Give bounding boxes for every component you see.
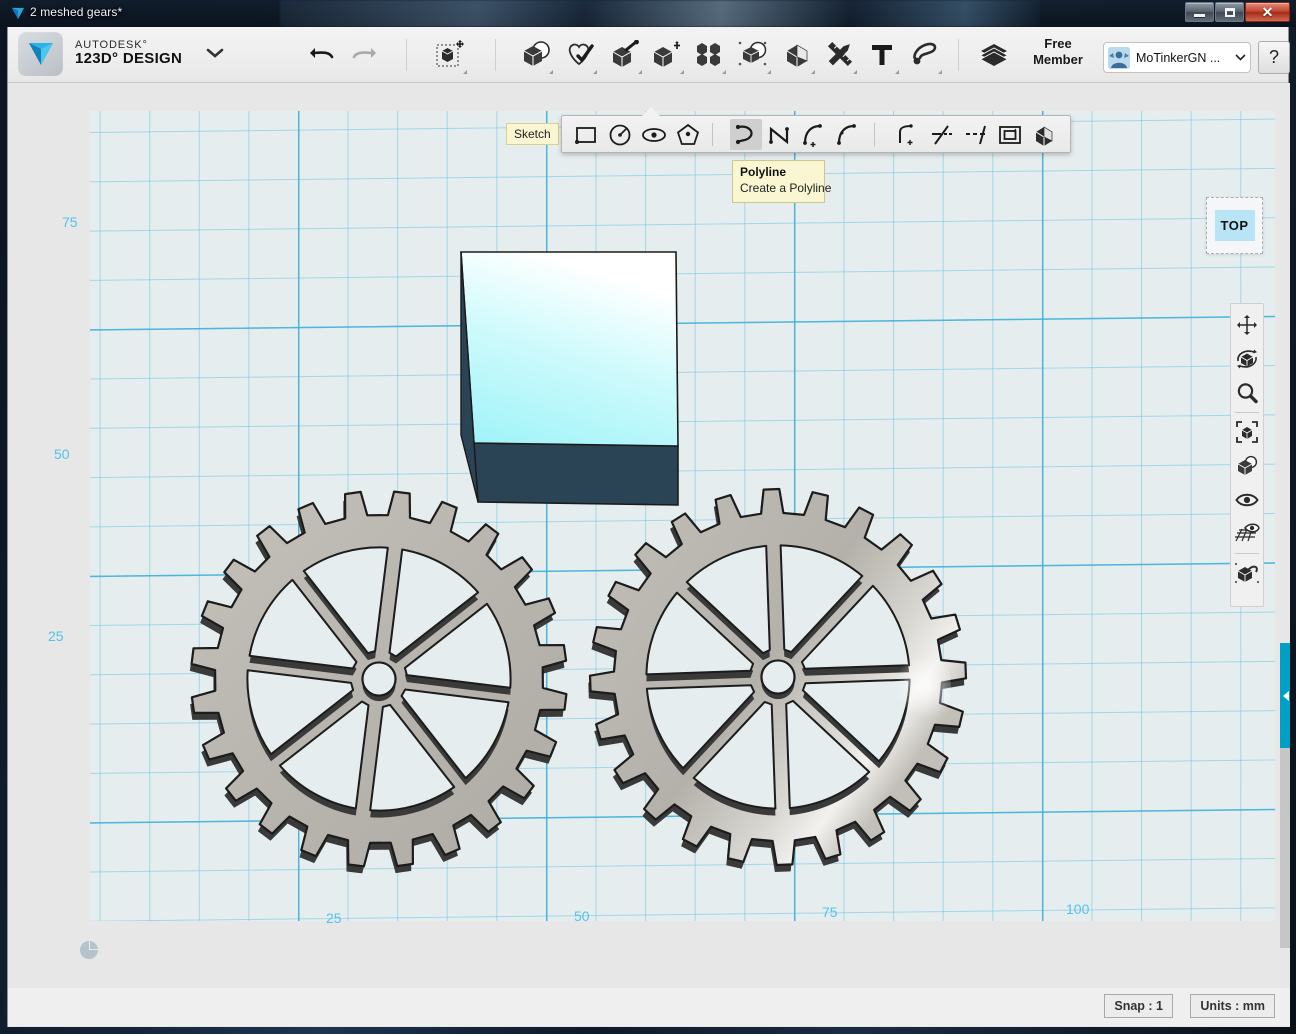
collapse-left-arrow-icon — [1283, 691, 1289, 701]
maximize-button[interactable] — [1215, 2, 1244, 22]
tooltip-title: Polyline — [740, 165, 817, 181]
sketch-group-label: Sketch — [506, 123, 559, 145]
sketch-pen-icon[interactable] — [559, 32, 601, 76]
client-area: AUTODESK° 123D° DESIGN — [7, 27, 1289, 1027]
sketch-polygon-icon[interactable] — [672, 119, 704, 150]
text-t-icon[interactable] — [861, 32, 903, 76]
user-avatar-icon — [1108, 47, 1130, 69]
close-icon: ✕ — [1262, 5, 1274, 19]
minimize-button[interactable] — [1185, 2, 1214, 22]
snap-setting[interactable]: Snap : 1 — [1104, 994, 1173, 1018]
shaded-cube-icon[interactable] — [1232, 449, 1262, 483]
close-button[interactable]: ✕ — [1245, 2, 1290, 22]
primitives-cube-sphere-icon[interactable] — [515, 32, 557, 76]
redo-button[interactable] — [344, 32, 386, 76]
tooltip-body: Create a Polyline — [740, 181, 817, 197]
magnifier-icon[interactable] — [1232, 376, 1262, 410]
material-brush-icon[interactable] — [904, 32, 946, 76]
membership-line-1: Free — [1028, 36, 1088, 52]
sketch-three-point-arc-icon[interactable] — [832, 119, 864, 150]
brand-text: AUTODESK° 123D° DESIGN — [75, 39, 182, 68]
chevron-down-icon — [1235, 52, 1246, 64]
right-panel-collapse-tab[interactable] — [1280, 643, 1290, 748]
sketch-project-icon[interactable] — [1028, 119, 1060, 150]
view-cube[interactable]: TOP — [1206, 197, 1263, 254]
fit-to-view-icon[interactable] — [1232, 415, 1262, 449]
sketch-circle-icon[interactable] — [604, 119, 636, 150]
transform-cube-icon[interactable] — [429, 32, 471, 76]
view-cube-label: TOP — [1215, 210, 1255, 241]
account-menu[interactable]: MoTinkerGN ... — [1103, 42, 1251, 73]
orbit-cube-icon[interactable] — [1232, 342, 1262, 376]
origin-marker-icon — [80, 941, 98, 959]
ruler-label-h-75: 75 — [822, 904, 838, 920]
membership-line-2: Member — [1028, 52, 1088, 68]
main-toolbar: AUTODESK° 123D° DESIGN — [8, 27, 1288, 83]
titlebar-glass — [280, 0, 1040, 27]
ruler-label-v-25: 25 — [48, 628, 64, 644]
pattern-grid-icon[interactable] — [688, 32, 730, 76]
application-window: 2 meshed gears* ✕ AUTODESK° 123D° — [0, 0, 1296, 1034]
membership-label: Free Member — [1028, 36, 1088, 69]
brand-line-2: 123D° DESIGN — [75, 51, 182, 68]
navigation-bar — [1230, 303, 1264, 607]
ruler-label-h-100: 100 — [1066, 901, 1089, 917]
construct-extrude-icon[interactable] — [604, 32, 646, 76]
status-bar: Snap : 1 Units : mm — [8, 988, 1290, 1026]
layers-stack-icon — [970, 32, 1018, 76]
pan-arrows-icon[interactable] — [1232, 308, 1262, 342]
chevron-down-icon[interactable] — [206, 45, 224, 62]
app-logo-icon — [18, 31, 63, 76]
right-scrollbar[interactable] — [1280, 748, 1290, 948]
ruler-label-v-50: 50 — [54, 446, 70, 462]
sketch-spline-icon[interactable] — [764, 119, 796, 150]
sketch-two-point-arc-icon[interactable] — [798, 119, 830, 150]
modify-cube-icon[interactable] — [646, 32, 688, 76]
viewport[interactable]: 75 50 25 25 50 75 100 — [8, 83, 1290, 1027]
brand-block: AUTODESK° 123D° DESIGN — [18, 31, 224, 76]
sketch-rectangle-icon[interactable] — [570, 119, 602, 150]
tooltip: Polyline Create a Polyline — [732, 160, 825, 203]
ruler-label-h-50: 50 — [574, 908, 590, 924]
combine-cube-icon[interactable] — [777, 32, 819, 76]
grid-coarse-lines — [90, 111, 1275, 921]
sketch-extend-icon[interactable] — [960, 119, 992, 150]
sketch-fillet-icon[interactable] — [892, 119, 924, 150]
window-controls: ✕ — [1185, 2, 1290, 22]
ruler-label-v-75: 75 — [62, 214, 78, 230]
undo-button[interactable] — [300, 32, 342, 76]
sketch-offset-icon[interactable] — [994, 119, 1026, 150]
grid-eye-icon[interactable] — [1232, 517, 1262, 551]
ruler-label-h-25: 25 — [326, 910, 342, 926]
maximize-icon — [1225, 8, 1235, 17]
account-name: MoTinkerGN ... — [1136, 51, 1220, 65]
measure-ruler-pencil-icon[interactable] — [819, 32, 861, 76]
sketch-toolbar — [561, 115, 1071, 153]
sketch-ellipse-icon[interactable] — [638, 119, 670, 150]
window-title: 2 meshed gears* — [30, 5, 122, 19]
grouping-combine-icon[interactable] — [733, 32, 775, 76]
help-button[interactable]: ? — [1258, 41, 1290, 74]
sketch-polyline-icon[interactable] — [730, 119, 762, 150]
sketch-cube-icon[interactable] — [1232, 556, 1262, 590]
grid-plane — [90, 111, 1275, 921]
sketch-trim-icon[interactable] — [926, 119, 958, 150]
eye-icon[interactable] — [1232, 483, 1262, 517]
autodesk-triangle-icon — [11, 7, 25, 20]
title-bar: 2 meshed gears* ✕ — [0, 0, 1296, 27]
minimize-icon — [1194, 14, 1205, 17]
units-setting[interactable]: Units : mm — [1190, 994, 1275, 1018]
